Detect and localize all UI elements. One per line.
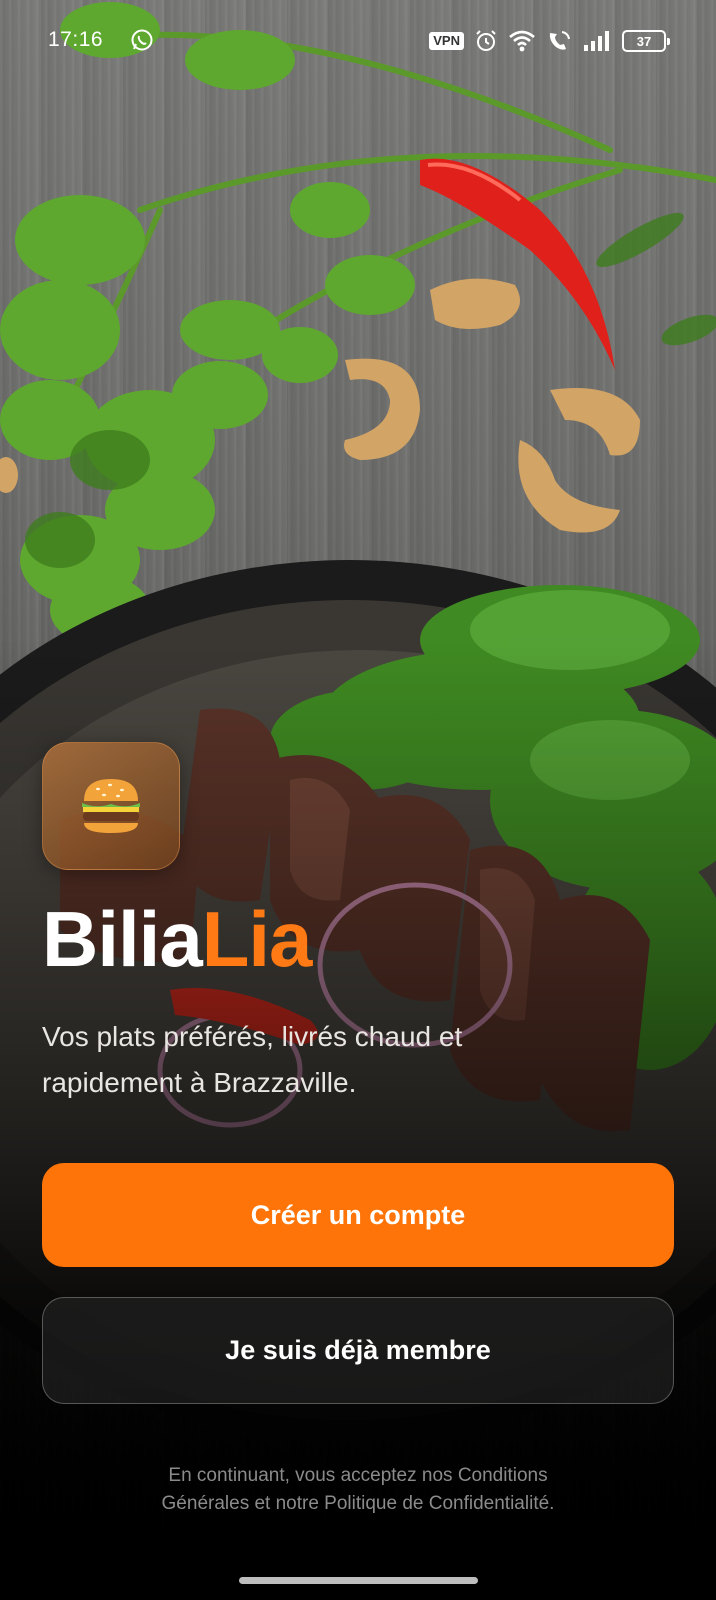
legal-notice: En continuant, vous acceptez nos Conditi… — [0, 1462, 716, 1518]
vpn-badge: VPN — [429, 32, 464, 50]
whatsapp-icon — [131, 29, 153, 51]
brand-name-part-2: Lia — [201, 895, 313, 983]
status-bar: 17:16 VPN 37 — [0, 0, 716, 84]
create-account-button[interactable]: Créer un compte — [42, 1163, 674, 1267]
battery-level: 37 — [636, 33, 652, 49]
brand-name: BiliaLia — [42, 900, 312, 978]
legal-line-2: Générales et notre Politique de Confiden… — [161, 1493, 555, 1514]
home-indicator[interactable] — [239, 1577, 478, 1584]
tagline-line-2: rapidement à Brazzaville. — [42, 1067, 357, 1098]
cell-signal-icon — [584, 31, 609, 51]
battery-icon: 37 — [622, 30, 670, 52]
already-member-button[interactable]: Je suis déjà membre — [42, 1297, 674, 1404]
call-signal-icon — [549, 31, 570, 50]
legal-line-1: En continuant, vous acceptez nos Conditi… — [168, 1465, 548, 1486]
wifi-icon — [509, 30, 535, 52]
tagline-line-1: Vos plats préférés, livrés chaud et — [42, 1021, 463, 1052]
app-logo — [42, 742, 180, 870]
tagline: Vos plats préférés, livrés chaud et rapi… — [42, 1014, 602, 1106]
brand-name-part-1: Bilia — [42, 895, 203, 983]
status-time: 17:16 — [48, 28, 104, 51]
alarm-icon — [476, 30, 496, 51]
status-icons: VPN 37 — [429, 28, 670, 54]
burger-icon — [82, 779, 140, 833]
